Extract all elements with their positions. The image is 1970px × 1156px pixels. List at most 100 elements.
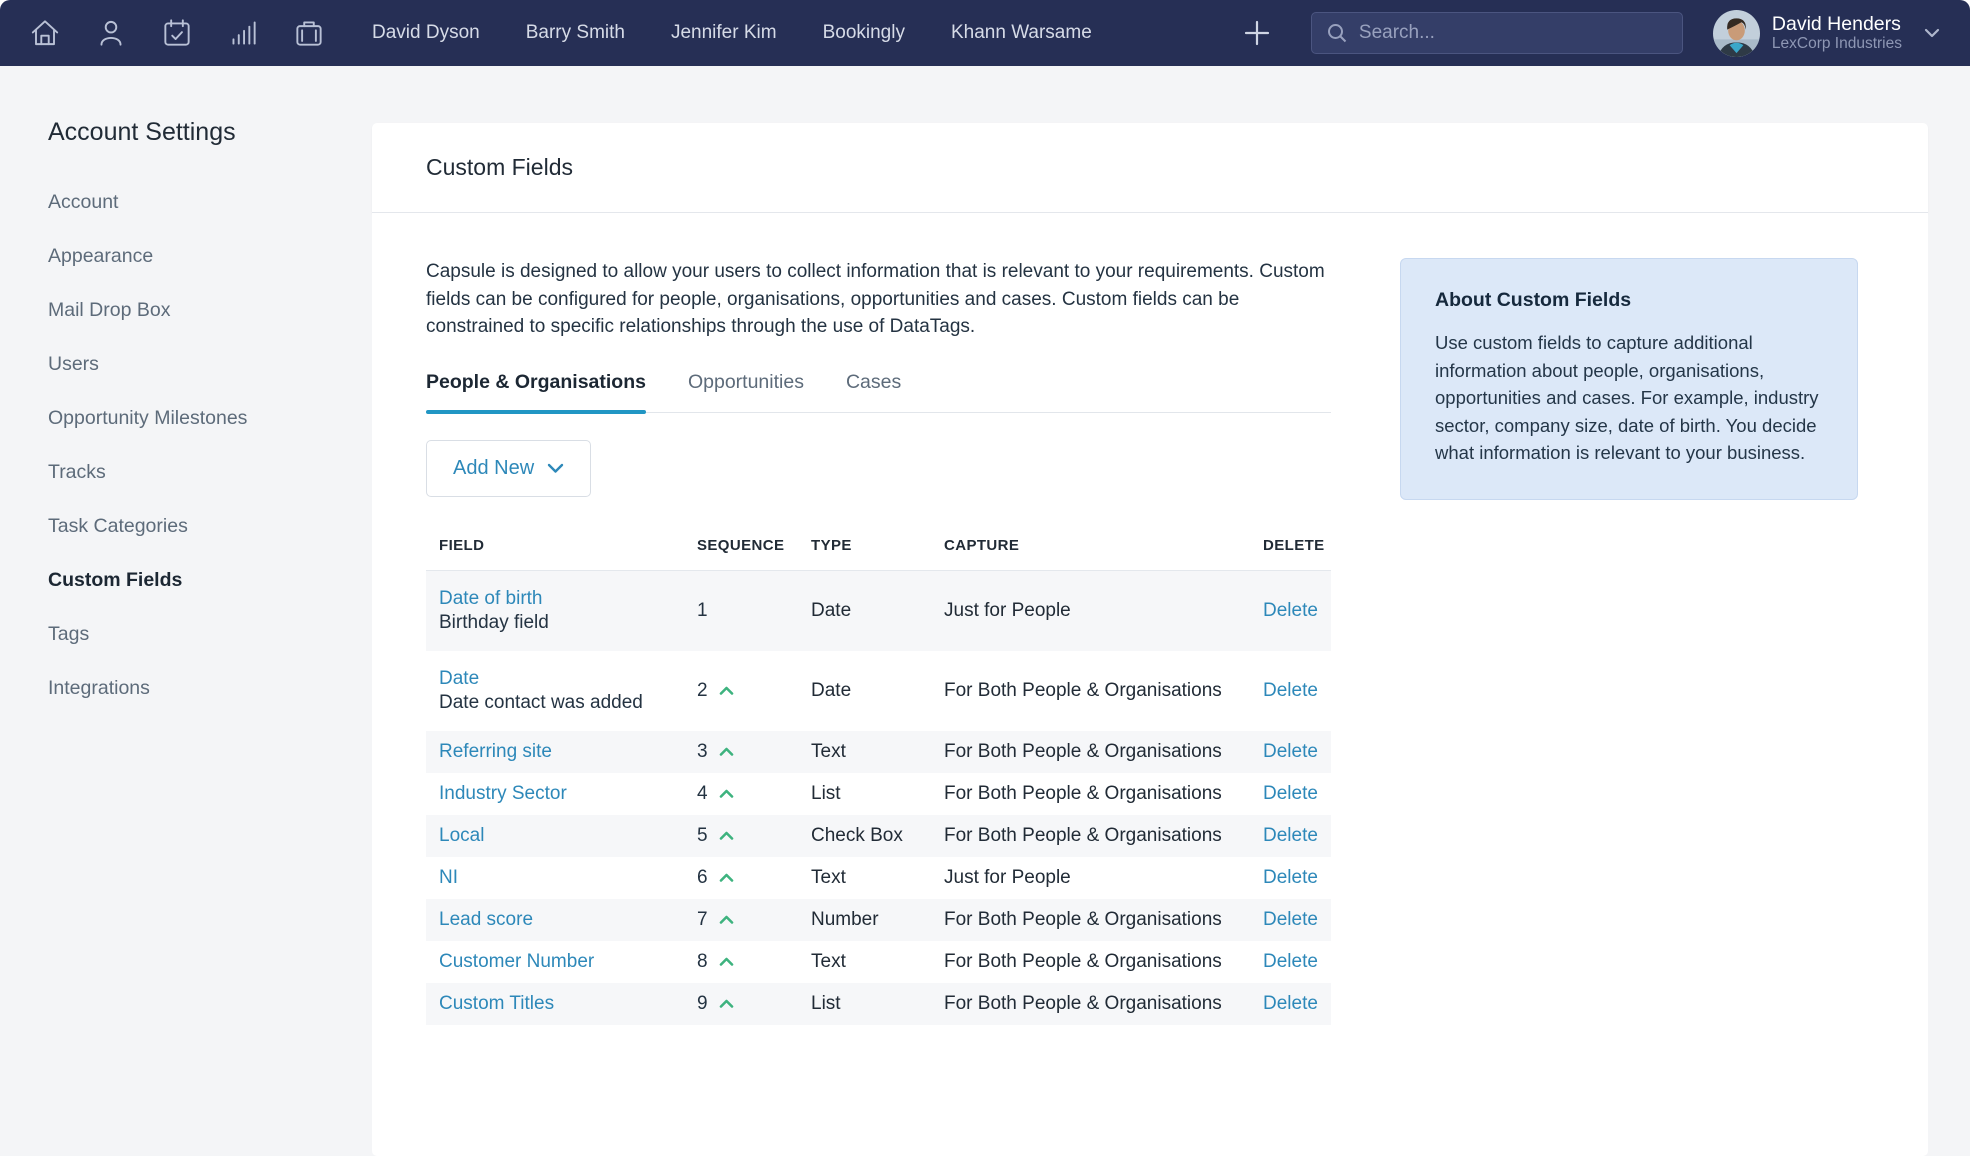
delete-link[interactable]: Delete — [1263, 867, 1318, 888]
move-up-icon[interactable] — [719, 747, 734, 756]
field-capture: For Both People & Organisations — [931, 909, 1250, 931]
reports-icon[interactable] — [224, 14, 262, 52]
nav-link-contact[interactable]: Khann Warsame — [951, 22, 1092, 44]
field-type: Text — [798, 867, 931, 889]
field-capture: For Both People & Organisations — [931, 951, 1250, 973]
sidebar-item-integrations[interactable]: Integrations — [48, 677, 342, 700]
table-body: Date of birth Birthday field 1 Date Just… — [426, 571, 1331, 1025]
delete-link[interactable]: Delete — [1263, 825, 1318, 846]
sequence-value: 1 — [697, 600, 708, 622]
sidebar-item-custom-fields[interactable]: Custom Fields — [48, 569, 342, 592]
sequence-value: 3 — [697, 741, 708, 763]
nav-link-contact[interactable]: David Dyson — [372, 22, 480, 44]
delete-link[interactable]: Delete — [1263, 783, 1318, 804]
field-type: Number — [798, 909, 931, 931]
sequence-value: 6 — [697, 867, 708, 889]
move-up-icon[interactable] — [719, 999, 734, 1008]
sidebar-item-account[interactable]: Account — [48, 191, 342, 214]
sidebar-item-task-categories[interactable]: Task Categories — [48, 515, 342, 538]
plus-icon[interactable] — [1243, 19, 1271, 47]
field-link[interactable]: Date — [439, 668, 479, 690]
custom-fields-card-body: Capsule is designed to allow your users … — [372, 213, 1928, 1156]
sidebar-item-tags[interactable]: Tags — [48, 623, 342, 646]
sequence-value: 5 — [697, 825, 708, 847]
navbar-icon-group — [26, 14, 328, 52]
field-link[interactable]: Referring site — [439, 741, 552, 763]
field-link[interactable]: Lead score — [439, 909, 533, 931]
tab-cases[interactable]: Cases — [846, 371, 901, 412]
custom-fields-card-header: Custom Fields — [372, 123, 1928, 213]
settings-sidebar: Account Settings Account Appearance Mail… — [0, 66, 372, 1156]
delete-link[interactable]: Delete — [1263, 600, 1318, 621]
field-type: List — [798, 783, 931, 805]
main-content: Custom Fields Capsule is designed to all… — [372, 66, 1970, 1156]
field-type: List — [798, 993, 931, 1015]
add-new-button[interactable]: Add New — [426, 440, 591, 497]
avatar — [1713, 10, 1760, 57]
user-identity: David Henders LexCorp Industries — [1772, 13, 1902, 53]
search-input[interactable] — [1359, 22, 1668, 44]
page-layout: Account Settings Account Appearance Mail… — [0, 66, 1970, 1156]
sequence-value: 4 — [697, 783, 708, 805]
nav-link-contact[interactable]: Jennifer Kim — [671, 22, 777, 44]
column-header-field: FIELD — [426, 537, 684, 554]
table-row: Date Date contact was added 2 Date For B… — [426, 651, 1331, 731]
table-row: Industry Sector 4 List For Both People &… — [426, 773, 1331, 815]
navbar-right-group: David Henders LexCorp Industries — [1243, 10, 1940, 57]
column-header-delete: DELETE — [1250, 537, 1331, 554]
field-link[interactable]: Date of birth — [439, 588, 543, 610]
move-up-icon[interactable] — [719, 831, 734, 840]
table-row: Date of birth Birthday field 1 Date Just… — [426, 571, 1331, 651]
delete-link[interactable]: Delete — [1263, 680, 1318, 701]
field-link[interactable]: Custom Titles — [439, 993, 554, 1015]
sidebar-item-opportunity-milestones[interactable]: Opportunity Milestones — [48, 407, 342, 430]
sidebar-item-users[interactable]: Users — [48, 353, 342, 376]
app-window: David Dyson Barry Smith Jennifer Kim Boo… — [0, 0, 1970, 1156]
sidebar-item-appearance[interactable]: Appearance — [48, 245, 342, 268]
move-up-icon[interactable] — [719, 915, 734, 924]
field-type: Date — [798, 600, 931, 622]
contacts-icon[interactable] — [92, 14, 130, 52]
top-navbar: David Dyson Barry Smith Jennifer Kim Boo… — [0, 0, 1970, 66]
move-up-icon[interactable] — [719, 686, 734, 695]
field-link[interactable]: Local — [439, 825, 484, 847]
user-menu[interactable]: David Henders LexCorp Industries — [1713, 10, 1940, 57]
move-up-icon[interactable] — [719, 873, 734, 882]
field-link[interactable]: NI — [439, 867, 458, 889]
delete-link[interactable]: Delete — [1263, 741, 1318, 762]
field-capture: For Both People & Organisations — [931, 680, 1250, 702]
column-header-sequence: SEQUENCE — [684, 537, 798, 554]
home-icon[interactable] — [26, 14, 64, 52]
table-header-row: FIELD SEQUENCE TYPE CAPTURE DELETE — [426, 537, 1331, 571]
calendar-icon[interactable] — [158, 14, 196, 52]
page-title: Account Settings — [48, 118, 342, 147]
table-row: Referring site 3 Text For Both People & … — [426, 731, 1331, 773]
field-capture: Just for People — [931, 600, 1250, 622]
delete-link[interactable]: Delete — [1263, 909, 1318, 930]
field-capture: For Both People & Organisations — [931, 825, 1250, 847]
table-row: Lead score 7 Number For Both People & Or… — [426, 899, 1331, 941]
table-row: NI 6 Text Just for People Delete — [426, 857, 1331, 899]
nav-link-contact[interactable]: Bookingly — [823, 22, 905, 44]
sidebar-item-tracks[interactable]: Tracks — [48, 461, 342, 484]
field-link[interactable]: Customer Number — [439, 951, 594, 973]
delete-link[interactable]: Delete — [1263, 951, 1318, 972]
tab-people-organisations[interactable]: People & Organisations — [426, 371, 646, 412]
field-type: Text — [798, 741, 931, 763]
move-up-icon[interactable] — [719, 957, 734, 966]
global-search — [1311, 12, 1683, 54]
column-header-capture: CAPTURE — [931, 537, 1250, 554]
search-icon — [1326, 22, 1348, 44]
sidebar-item-mail-drop-box[interactable]: Mail Drop Box — [48, 299, 342, 322]
sequence-value: 2 — [697, 680, 708, 702]
nav-link-contact[interactable]: Barry Smith — [526, 22, 625, 44]
field-link[interactable]: Industry Sector — [439, 783, 567, 805]
tab-opportunities[interactable]: Opportunities — [688, 371, 804, 412]
move-up-icon[interactable] — [719, 789, 734, 798]
field-capture: For Both People & Organisations — [931, 993, 1250, 1015]
chevron-down-icon[interactable] — [1924, 28, 1940, 38]
chevron-down-icon — [547, 463, 564, 474]
cases-icon[interactable] — [290, 14, 328, 52]
sequence-value: 9 — [697, 993, 708, 1015]
delete-link[interactable]: Delete — [1263, 993, 1318, 1014]
